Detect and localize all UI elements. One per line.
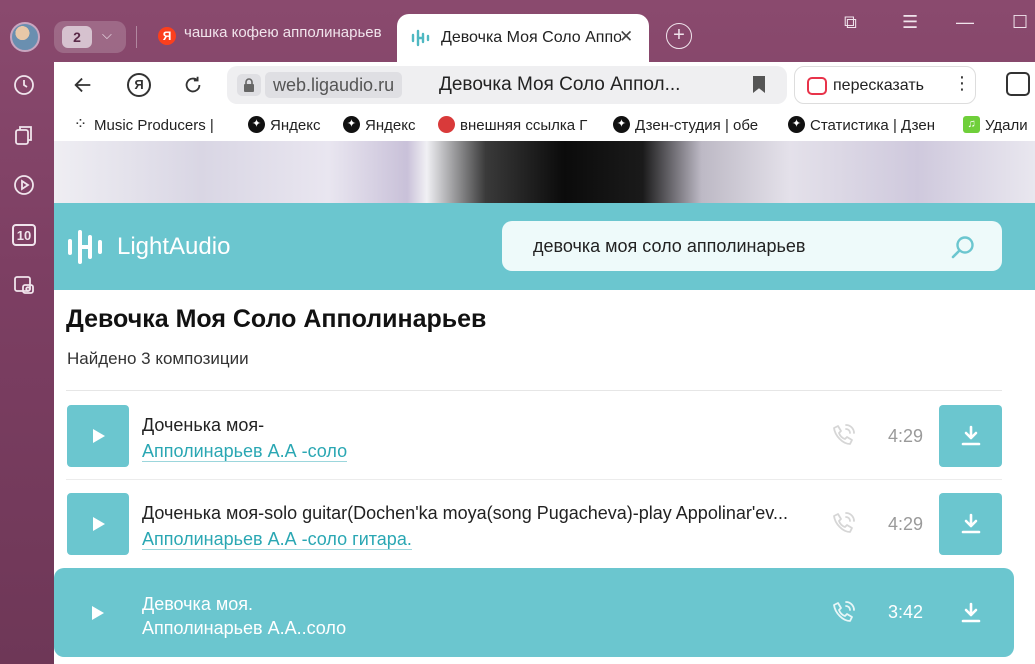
track-row-active[interactable]: Девочка моя. Апполинарьев А.А..соло 3:42 — [54, 568, 1014, 657]
history-icon[interactable] — [11, 72, 37, 98]
track-title: Доченька моя- — [142, 415, 265, 435]
page-title: Девочка Моя Соло Апполинарьев — [66, 305, 487, 333]
track-row: Доченька моя-solo guitar(Dochen'ka moya(… — [66, 493, 1002, 557]
arrow-left-icon — [74, 77, 91, 93]
new-tab-button[interactable]: + — [666, 23, 692, 49]
track-duration: 4:29 — [888, 514, 924, 534]
dots-icon — [72, 116, 89, 133]
track-artist-link[interactable]: Апполинарьев А.А -соло гитара. — [142, 529, 412, 550]
retell-label: пересказать — [833, 77, 924, 94]
bookmark-item[interactable]: внешняя ссылка Г — [438, 116, 587, 134]
bookmark-item[interactable]: Music Producers | — [72, 116, 214, 134]
track-title: Девочка моя. — [142, 594, 253, 614]
retell-button[interactable]: пересказать ⋮ — [794, 66, 976, 104]
profile-avatar[interactable] — [10, 22, 40, 52]
ad-banner[interactable] — [54, 141, 1035, 203]
chevron-down-icon: ⌵ — [102, 27, 112, 42]
download-icon — [961, 602, 981, 623]
reload-button[interactable] — [178, 70, 208, 100]
minimize-icon[interactable]: — — [956, 12, 974, 33]
search-icon[interactable] — [950, 234, 976, 260]
collections-icon[interactable] — [11, 122, 37, 148]
star-icon — [343, 116, 360, 133]
download-icon — [961, 513, 981, 534]
tab-group-button[interactable]: 2 ⌵ — [54, 21, 126, 53]
menu-icon[interactable]: ☰ — [902, 12, 918, 33]
yandex-favicon-icon: Я — [158, 27, 176, 45]
back-button[interactable] — [68, 70, 98, 100]
star-icon — [788, 116, 805, 133]
play-circle-icon[interactable] — [11, 172, 37, 198]
bookmark-icon[interactable] — [753, 76, 765, 93]
more-vertical-icon[interactable]: ⋮ — [953, 73, 971, 94]
maximize-icon[interactable]: ☐ — [1012, 12, 1028, 33]
browser-toolbar: Я web.ligaudio.ru Девочка Моя Соло Аппол… — [54, 62, 1035, 108]
track-title: Доченька моя-solo guitar(Dochen'ka moya(… — [142, 503, 788, 523]
address-page-title[interactable]: Девочка Моя Соло Аппол... — [439, 74, 680, 96]
track-artist-link[interactable]: Апполинарьев А.А..соло — [142, 618, 346, 638]
download-button[interactable] — [939, 405, 1002, 467]
ringtone-phone-icon[interactable] — [830, 598, 858, 626]
site-logo-text[interactable]: LightAudio — [117, 233, 230, 261]
yandex-button[interactable]: Я — [124, 70, 154, 100]
tab-count-badge: 2 — [62, 26, 92, 48]
site-header: LightAudio девочка моя соло апполинарьев — [54, 203, 1035, 290]
ringtone-phone-icon[interactable] — [830, 509, 858, 537]
ten-minutes-icon[interactable]: 10 — [11, 222, 37, 248]
star-icon — [613, 116, 630, 133]
search-input[interactable]: девочка моя соло апполинарьев — [502, 221, 1002, 271]
track-artist-link[interactable]: Апполинарьев А.А -соло — [142, 441, 348, 462]
ringtone-phone-icon[interactable] — [830, 421, 858, 449]
address-domain[interactable]: web.ligaudio.ru — [265, 72, 403, 98]
bookmark-label: Дзен-студия | обе — [635, 117, 759, 134]
umbrella-icon — [438, 116, 455, 133]
bookmark-item[interactable]: Статистика | Дзен — [788, 116, 935, 134]
tab-ligaudio[interactable]: Девочка Моя Соло Апполинарьев ✕ — [397, 14, 649, 62]
bookmark-label: Music Producers | — [94, 117, 214, 134]
ligaudio-favicon-icon — [411, 29, 430, 47]
extensions-icon[interactable] — [1006, 72, 1030, 96]
bookmarks-panel-icon[interactable]: ⧉ — [844, 12, 857, 33]
bookmark-item[interactable]: Удали — [963, 116, 1028, 134]
tab-title: чашка кофею апполинарьев — [184, 24, 382, 41]
retell-icon — [807, 77, 827, 95]
download-button[interactable] — [939, 582, 1002, 644]
row-divider — [66, 479, 1002, 480]
close-tab-icon[interactable]: ✕ — [619, 27, 633, 47]
bookmark-label: Яндекс — [270, 117, 321, 134]
lightaudio-logo-icon[interactable] — [66, 228, 106, 266]
lock-icon[interactable] — [237, 74, 261, 96]
play-button[interactable] — [67, 405, 129, 467]
play-button[interactable] — [67, 493, 129, 555]
bookmark-label: Статистика | Дзен — [810, 117, 936, 134]
results-count: Найдено 3 композиции — [67, 349, 249, 368]
track-duration: 4:29 — [888, 426, 924, 446]
yandex-icon: Я — [127, 73, 151, 97]
tab-strip: 2 ⌵ Ячашка кофею апполинарьев Девочка Мо… — [54, 0, 1035, 62]
address-bar[interactable]: web.ligaudio.ru Девочка Моя Соло Аппол..… — [227, 66, 787, 104]
divider — [66, 390, 1002, 391]
bookmark-item[interactable]: Яндекс — [343, 116, 415, 134]
track-row: Доченька моя- Апполинарьев А.А -соло 4:2… — [66, 405, 1002, 480]
browser-side-panel: 10 — [0, 0, 54, 664]
bookmark-item[interactable]: Яндекс — [248, 116, 320, 134]
track-duration: 3:42 — [888, 602, 924, 622]
bookmark-item[interactable]: Дзен-студия | обе — [613, 116, 758, 134]
star-icon — [248, 116, 265, 133]
music-icon — [963, 116, 980, 133]
screenshot-icon[interactable] — [11, 272, 37, 298]
reload-icon — [185, 76, 201, 93]
bookmark-label: Яндекс — [365, 117, 416, 134]
play-button[interactable] — [66, 582, 128, 644]
download-icon — [961, 425, 981, 446]
bookmark-label: внешняя ссылка Г — [460, 117, 588, 134]
bookmarks-bar: Music Producers | Яндекс Яндекс внешняя … — [54, 108, 1035, 141]
tab-title: Девочка Моя Соло Апполинарьев — [441, 29, 621, 46]
search-query[interactable]: девочка моя соло апполинарьев — [533, 236, 805, 257]
tab-yandex-search[interactable]: Ячашка кофею апполинарьев — [158, 24, 390, 52]
bookmark-label: Удали — [985, 117, 1028, 134]
tab-separator — [136, 26, 137, 48]
page-content: LightAudio девочка моя соло апполинарьев… — [54, 141, 1035, 664]
download-button[interactable] — [939, 493, 1002, 555]
